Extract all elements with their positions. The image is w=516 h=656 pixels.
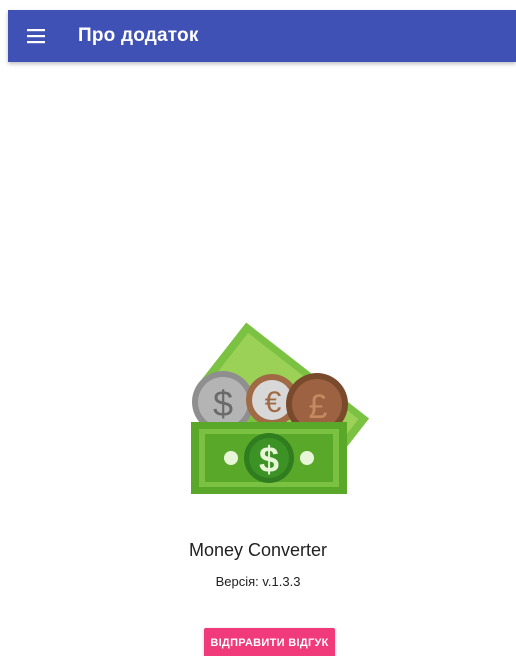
svg-text:€: €	[265, 386, 282, 419]
money-converter-logo: $ $ € £ $	[191, 322, 370, 494]
app-version: Версія: v.1.3.3	[215, 574, 301, 589]
hamburger-menu-icon	[27, 29, 45, 44]
app-name: Money Converter	[188, 540, 328, 560]
page-title: Про додаток	[78, 25, 199, 46]
svg-text:$: $	[259, 439, 279, 480]
svg-text:$: $	[213, 383, 233, 424]
send-feedback-button[interactable]: ВІДПРАВИТИ ВІДГУК	[204, 628, 335, 656]
app-bar: Про додаток	[8, 10, 516, 62]
svg-text:£: £	[309, 388, 328, 426]
menu-button[interactable]	[10, 10, 62, 62]
about-screen: Про додаток $ $ € £	[0, 0, 516, 656]
